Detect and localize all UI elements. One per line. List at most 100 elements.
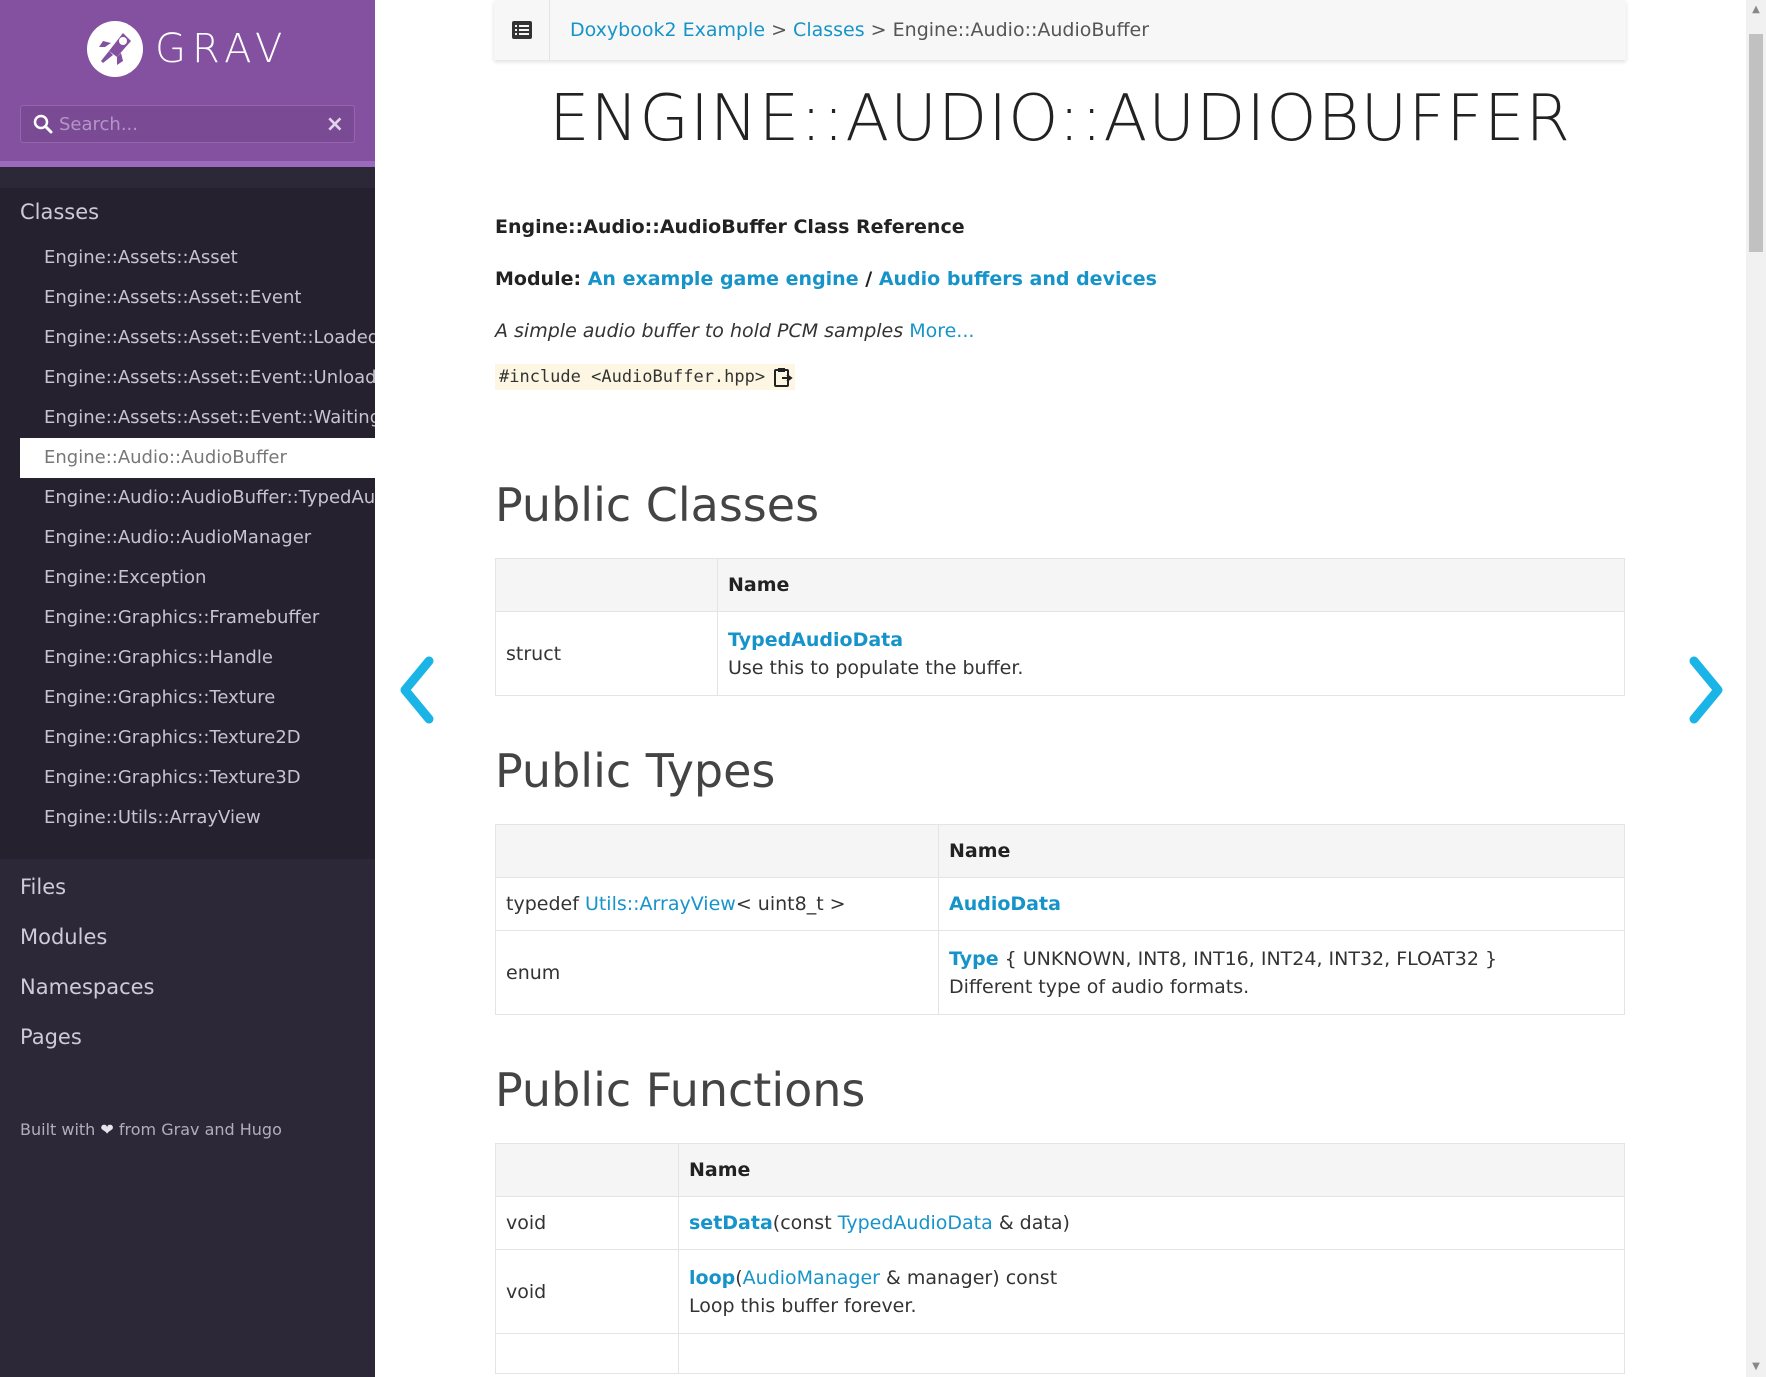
heart-icon: ❤ bbox=[100, 1120, 114, 1139]
row-name-cell: AudioData bbox=[938, 877, 1625, 931]
sidebar-class-item[interactable]: Engine::Assets::Asset::Event bbox=[20, 278, 375, 318]
sidebar-class-item[interactable]: Engine::Graphics::Texture bbox=[20, 678, 375, 718]
type-link-audiomanager[interactable]: AudioManager bbox=[743, 1267, 880, 1289]
logo-text: GRAV bbox=[155, 26, 289, 72]
row-description: Use this to populate the buffer. bbox=[728, 656, 1024, 679]
sidebar-section-classes[interactable]: Classes bbox=[20, 200, 99, 224]
copy-clipboard-icon[interactable] bbox=[773, 367, 793, 387]
table-row: void setData(const TypedAudioData & data… bbox=[495, 1196, 1625, 1250]
args-prefix: (const bbox=[772, 1212, 838, 1234]
clear-search-icon[interactable]: × bbox=[326, 112, 344, 137]
public-functions-heading: Public Functions bbox=[495, 1063, 866, 1117]
table-row: void loop(AudioManager & manager) const … bbox=[495, 1249, 1625, 1334]
footer-prefix: Built with bbox=[20, 1120, 96, 1139]
sidebar-class-item[interactable]: Engine::Graphics::Framebuffer bbox=[20, 598, 375, 638]
row-name-cell: Type { UNKNOWN, INT8, INT16, INT24, INT3… bbox=[938, 930, 1625, 1015]
breadcrumb: Doxybook2 Example > Classes > Engine::Au… bbox=[570, 19, 1149, 41]
include-text: #include <AudioBuffer.hpp> bbox=[499, 367, 766, 387]
sidebar-sections: Files Modules Namespaces Pages bbox=[20, 862, 155, 1062]
scroll-up-icon[interactable]: ▲ bbox=[1746, 0, 1766, 20]
table-header-name: Name bbox=[678, 1143, 1625, 1197]
sidebar-section-files[interactable]: Files bbox=[20, 862, 155, 912]
module-line: Module: An example game engine / Audio b… bbox=[495, 268, 1625, 290]
sidebar-class-item[interactable]: Engine::Assets::Asset::Event::Unloaded bbox=[20, 358, 375, 398]
args-suffix: & data) bbox=[992, 1212, 1070, 1234]
previous-page-icon[interactable] bbox=[395, 655, 439, 725]
sidebar-section-pages[interactable]: Pages bbox=[20, 1012, 155, 1062]
main-content: ENGINE::AUDIO::AUDIOBUFFER Engine::Audio… bbox=[495, 60, 1625, 1374]
row-name-cell: TypedAudioData Use this to populate the … bbox=[717, 611, 1625, 696]
breadcrumb-separator: > bbox=[771, 19, 787, 41]
sidebar-footer: Built with ❤ from Grav and Hugo bbox=[20, 1120, 282, 1139]
sidebar-class-item[interactable]: Engine::Exception bbox=[20, 558, 375, 598]
module-link-audio[interactable]: Audio buffers and devices bbox=[879, 268, 1157, 290]
sidebar-section-namespaces[interactable]: Namespaces bbox=[20, 962, 155, 1012]
module-label: Module: bbox=[495, 268, 582, 290]
sidebar-class-item[interactable]: Engine::Assets::Asset::Event::Waiting bbox=[20, 398, 375, 438]
row-kind bbox=[495, 1333, 679, 1374]
row-kind: void bbox=[495, 1249, 679, 1334]
breadcrumb-link-home[interactable]: Doxybook2 Example bbox=[570, 19, 765, 41]
function-link-setdata[interactable]: setData bbox=[689, 1212, 773, 1234]
row-name-cell: loop(AudioManager & manager) const Loop … bbox=[678, 1249, 1625, 1334]
topbar: Doxybook2 Example > Classes > Engine::Au… bbox=[494, 0, 1626, 60]
table-row: enum Type { UNKNOWN, INT8, INT16, INT24,… bbox=[495, 930, 1625, 1015]
sidebar-class-item-active[interactable]: Engine::Audio::AudioBuffer bbox=[20, 438, 375, 478]
vertical-scrollbar[interactable]: ▲ ▼ bbox=[1746, 0, 1766, 1377]
table-header-empty bbox=[495, 558, 718, 612]
table-header-name: Name bbox=[717, 558, 1625, 612]
toc-toggle-icon[interactable] bbox=[494, 0, 550, 60]
args-suffix: & manager) const bbox=[879, 1266, 1058, 1289]
sidebar-class-item[interactable]: Engine::Utils::ArrayView bbox=[20, 798, 375, 838]
function-link-loop[interactable]: loop bbox=[689, 1267, 735, 1289]
sidebar-class-item[interactable]: Engine::Assets::Asset bbox=[20, 238, 375, 278]
page-title: ENGINE::AUDIO::AUDIOBUFFER bbox=[549, 82, 1571, 156]
row-name-cell bbox=[678, 1333, 1625, 1374]
scroll-down-icon[interactable]: ▼ bbox=[1746, 1357, 1766, 1377]
row-kind-suffix: < uint8_t > bbox=[735, 893, 846, 915]
public-functions-table: Name void setData(const TypedAudioData &… bbox=[495, 1143, 1625, 1374]
include-code: #include <AudioBuffer.hpp> bbox=[495, 364, 796, 390]
table-row: typedef Utils::ArrayView< uint8_t > Audi… bbox=[495, 877, 1625, 931]
search-icon bbox=[33, 114, 53, 134]
type-link-type[interactable]: Type bbox=[949, 948, 999, 970]
enum-values: { UNKNOWN, INT8, INT16, INT24, INT32, FL… bbox=[998, 947, 1498, 970]
row-name-cell: setData(const TypedAudioData & data) bbox=[678, 1196, 1625, 1250]
class-link-typedaudiodata[interactable]: TypedAudioData bbox=[728, 629, 903, 651]
row-kind-prefix: typedef bbox=[506, 893, 585, 915]
row-kind: struct bbox=[495, 611, 718, 696]
sidebar-class-item[interactable]: Engine::Assets::Asset::Event::Loaded bbox=[20, 318, 375, 358]
public-classes-heading: Public Classes bbox=[495, 478, 820, 532]
type-link-audiodata[interactable]: AudioData bbox=[949, 893, 1061, 915]
breadcrumb-separator: > bbox=[870, 19, 887, 41]
public-types-table: Name typedef Utils::ArrayView< uint8_t >… bbox=[495, 824, 1625, 1015]
sidebar-header: GRAV × bbox=[0, 0, 375, 167]
sidebar-class-item[interactable]: Engine::Audio::AudioBuffer::TypedAudioDa… bbox=[20, 478, 375, 518]
row-description: Loop this buffer forever. bbox=[689, 1294, 917, 1317]
search-input[interactable] bbox=[59, 113, 299, 135]
grav-rocket-icon bbox=[87, 21, 143, 77]
sidebar-class-item[interactable]: Engine::Graphics::Texture3D bbox=[20, 758, 375, 798]
breadcrumb-link-classes[interactable]: Classes bbox=[793, 19, 865, 41]
type-link-arrayview[interactable]: Utils::ArrayView bbox=[585, 893, 736, 915]
sidebar-section-modules[interactable]: Modules bbox=[20, 912, 155, 962]
row-kind: void bbox=[495, 1196, 679, 1250]
sidebar-class-item[interactable]: Engine::Graphics::Handle bbox=[20, 638, 375, 678]
module-link-engine[interactable]: An example game engine bbox=[588, 268, 859, 290]
row-kind-cell: typedef Utils::ArrayView< uint8_t > bbox=[495, 877, 939, 931]
brief-text: A simple audio buffer to hold PCM sample… bbox=[495, 320, 904, 342]
type-link-typedaudiodata[interactable]: TypedAudioData bbox=[838, 1212, 993, 1234]
module-separator: / bbox=[865, 268, 873, 290]
brief-description: A simple audio buffer to hold PCM sample… bbox=[495, 320, 1625, 342]
class-reference-title: Engine::Audio::AudioBuffer Class Referen… bbox=[495, 216, 965, 238]
footer-suffix[interactable]: from Grav and Hugo bbox=[119, 1120, 282, 1139]
sidebar-class-item[interactable]: Engine::Audio::AudioManager bbox=[20, 518, 375, 558]
row-description: Different type of audio formats. bbox=[949, 975, 1250, 998]
grav-logo[interactable]: GRAV bbox=[87, 20, 288, 78]
sidebar-class-item[interactable]: Engine::Graphics::Texture2D bbox=[20, 718, 375, 758]
next-page-icon[interactable] bbox=[1684, 655, 1728, 725]
scrollbar-thumb[interactable] bbox=[1749, 34, 1763, 252]
class-list: Engine::Assets::Asset Engine::Assets::As… bbox=[20, 238, 375, 838]
more-link[interactable]: More... bbox=[909, 320, 974, 342]
public-classes-table: Name struct TypedAudioData Use this to p… bbox=[495, 558, 1625, 696]
